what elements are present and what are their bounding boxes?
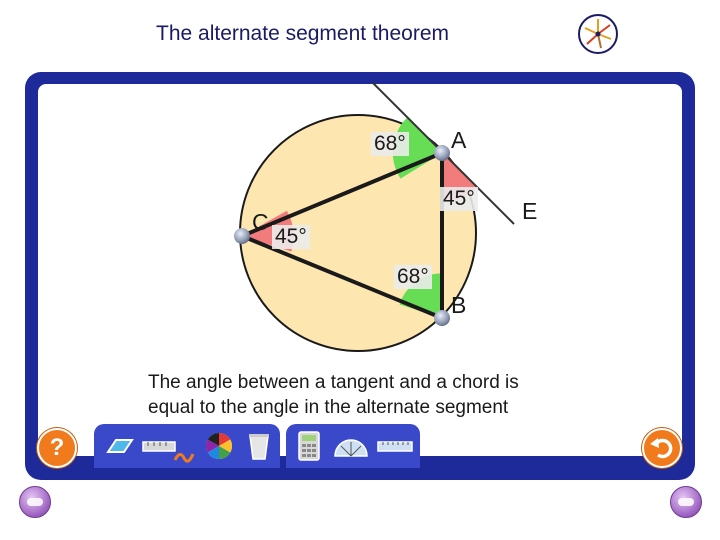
protractor-icon[interactable] (332, 430, 370, 462)
measure-icon[interactable] (376, 430, 414, 462)
point-a-handle[interactable] (434, 145, 450, 161)
undo-button[interactable] (642, 428, 682, 468)
help-button[interactable]: ? (37, 428, 77, 468)
parallelogram-icon[interactable] (100, 430, 138, 462)
calculator-icon[interactable] (290, 430, 328, 462)
point-b-handle[interactable] (434, 310, 450, 326)
angle-label-b: 68° (394, 265, 432, 289)
undo-icon (650, 438, 673, 459)
colour-wheel-icon[interactable] (200, 430, 238, 462)
caption-line-2: equal to the angle in the alternate segm… (148, 397, 509, 418)
angle-label-c: 45° (272, 225, 310, 249)
angle-label-a-chord: 45° (440, 187, 478, 211)
previous-button[interactable] (19, 486, 51, 518)
angle-label-a-tangent: 68° (371, 132, 409, 156)
previous-icon (27, 498, 43, 506)
bin-icon[interactable] (240, 430, 278, 462)
label-point-e: E (522, 198, 538, 224)
pencil-icon[interactable] (172, 444, 196, 468)
next-icon (678, 498, 694, 506)
point-c-handle[interactable] (234, 228, 250, 244)
next-button[interactable] (670, 486, 702, 518)
caption: The angle between a tangent and a chord … (148, 370, 618, 420)
caption-line-1: The angle between a tangent and a chord … (148, 372, 519, 393)
label-point-b: B (451, 292, 467, 318)
label-point-c: C (252, 209, 269, 235)
label-point-a: A (451, 127, 467, 153)
